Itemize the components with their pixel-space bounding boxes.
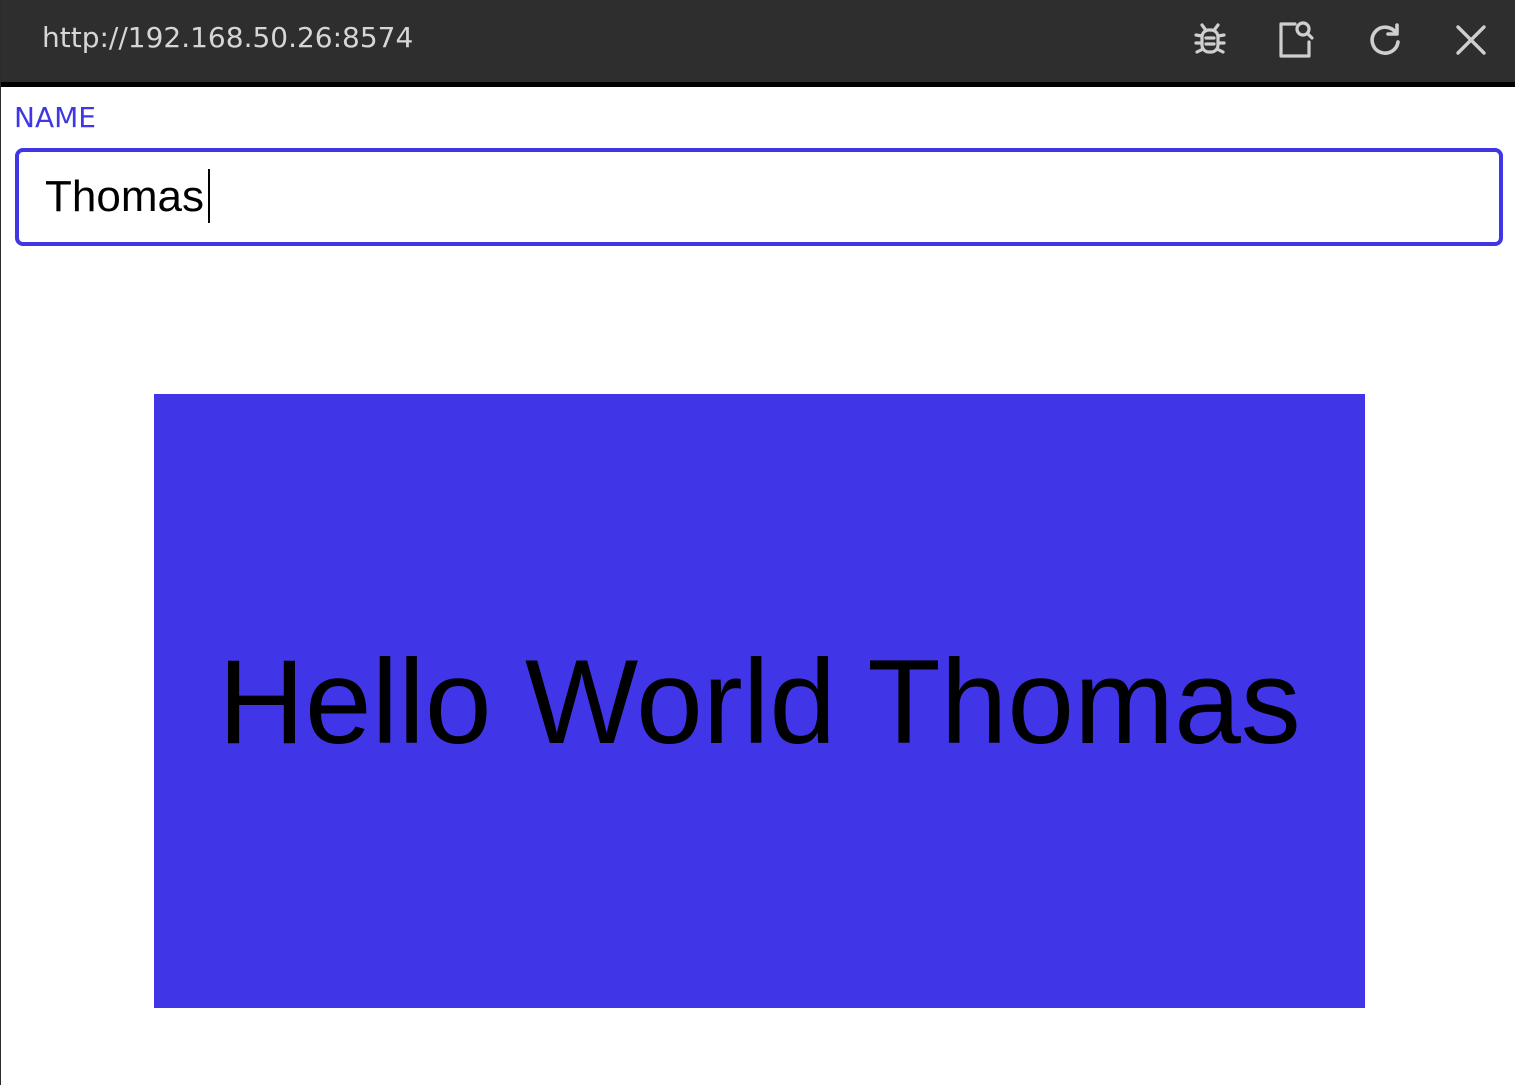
app-window: http://192.168.50.26:8574 NAME Thomas He… bbox=[0, 0, 1515, 1085]
bug-icon bbox=[1190, 20, 1230, 60]
greeting-text: Hello World Thomas bbox=[218, 635, 1301, 769]
reload-icon bbox=[1365, 20, 1405, 60]
greeting-panel: Hello World Thomas bbox=[154, 394, 1365, 1008]
page-content: NAME Hello World Thomas bbox=[1, 87, 1515, 1085]
name-input[interactable] bbox=[15, 148, 1503, 246]
url-text: http://192.168.50.26:8574 bbox=[42, 21, 414, 54]
name-label: NAME bbox=[14, 101, 96, 134]
debug-button[interactable] bbox=[1184, 14, 1236, 66]
close-icon bbox=[1453, 22, 1489, 58]
reload-button[interactable] bbox=[1359, 14, 1411, 66]
inspect-icon bbox=[1273, 18, 1317, 62]
inspect-button[interactable] bbox=[1269, 14, 1321, 66]
title-bar: http://192.168.50.26:8574 bbox=[1, 0, 1515, 87]
text-caret bbox=[208, 169, 210, 223]
close-button[interactable] bbox=[1445, 14, 1497, 66]
